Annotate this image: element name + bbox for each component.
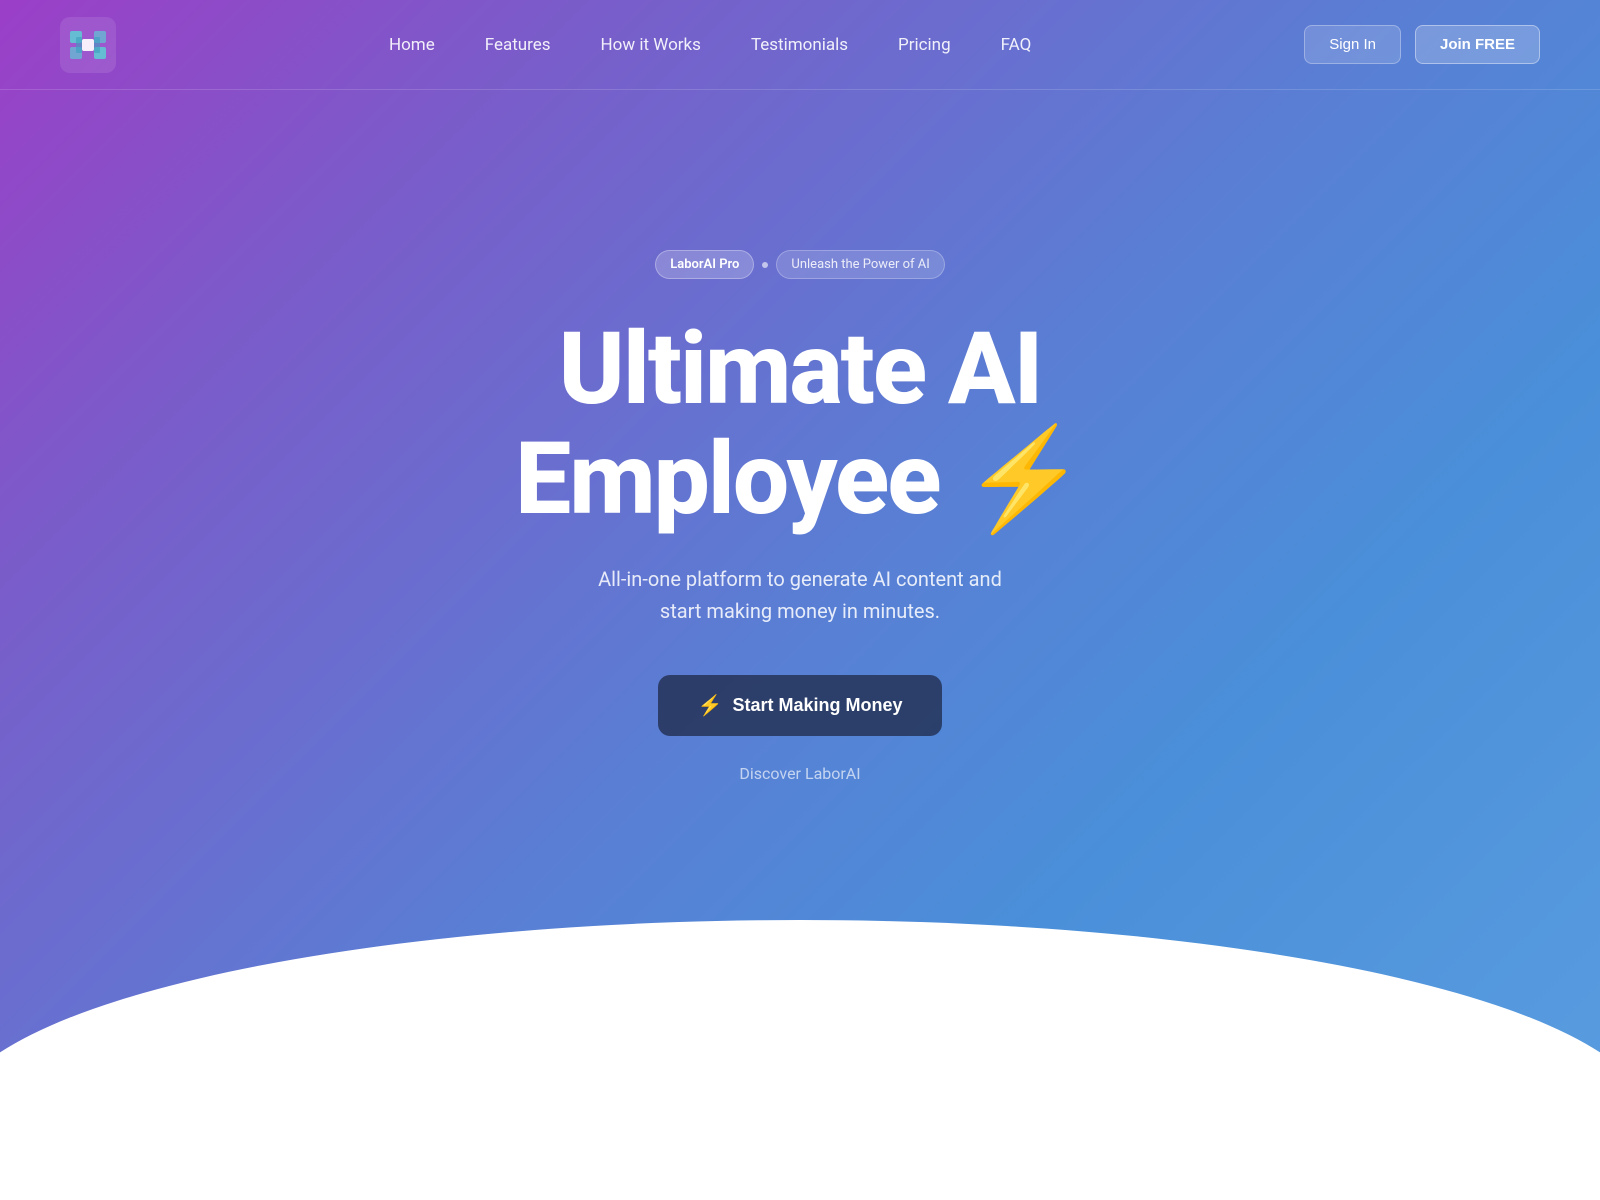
join-button[interactable]: Join FREE bbox=[1415, 25, 1540, 64]
navbar: Home Features How it Works Testimonials … bbox=[0, 0, 1600, 90]
page-wrapper: Home Features How it Works Testimonials … bbox=[0, 0, 1600, 1200]
hero-title: Ultimate AI Employee ⚡ bbox=[515, 315, 1085, 535]
hero-title-line1: Ultimate AI bbox=[559, 311, 1042, 428]
nav-item-how-it-works[interactable]: How it Works bbox=[601, 35, 701, 55]
bottom-arch-decoration bbox=[0, 920, 1600, 1200]
badge-main: LaborAI Pro bbox=[655, 250, 754, 279]
badge-subtitle: Unleash the Power of AI bbox=[776, 250, 944, 279]
hero-title-lightning: ⚡ bbox=[962, 421, 1085, 538]
signin-button[interactable]: Sign In bbox=[1304, 25, 1401, 64]
nav-item-faq[interactable]: FAQ bbox=[1001, 35, 1032, 55]
nav-item-features[interactable]: Features bbox=[485, 35, 551, 55]
logo[interactable] bbox=[60, 17, 116, 73]
nav-links: Home Features How it Works Testimonials … bbox=[389, 35, 1031, 55]
hero-subtitle: All-in-one platform to generate AI conte… bbox=[590, 563, 1010, 627]
hero-title-line2: Employee bbox=[515, 421, 939, 538]
badge-dot-separator bbox=[762, 262, 768, 268]
hero-badge: LaborAI Pro Unleash the Power of AI bbox=[655, 250, 945, 279]
nav-actions: Sign In Join FREE bbox=[1304, 25, 1540, 64]
hero-section: LaborAI Pro Unleash the Power of AI Ulti… bbox=[0, 90, 1600, 783]
cta-label: Start Making Money bbox=[732, 695, 902, 716]
nav-item-testimonials[interactable]: Testimonials bbox=[751, 35, 848, 55]
cta-lightning-icon: ⚡ bbox=[698, 693, 723, 718]
discover-link[interactable]: Discover LaborAI bbox=[739, 764, 860, 783]
nav-item-pricing[interactable]: Pricing bbox=[898, 35, 951, 55]
logo-icon bbox=[60, 17, 116, 73]
cta-button[interactable]: ⚡ Start Making Money bbox=[658, 675, 943, 736]
nav-item-home[interactable]: Home bbox=[389, 35, 435, 55]
